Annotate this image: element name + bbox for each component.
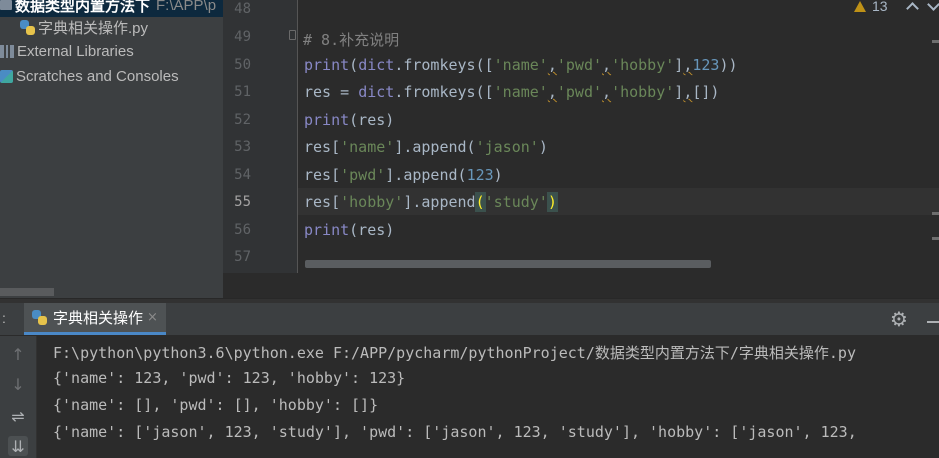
line-number: 50	[234, 57, 251, 73]
close-icon[interactable]: ×	[147, 310, 158, 325]
code-comment: # 8.补充说明	[303, 31, 400, 49]
line-number-active: 55	[234, 194, 251, 210]
gutter-separator	[297, 0, 298, 273]
matched-bracket: (	[474, 192, 486, 212]
inspection-widget[interactable]: 13	[854, 0, 939, 15]
python-file-icon	[20, 19, 35, 35]
editor-horizontal-scrollbar[interactable]	[305, 260, 711, 268]
external-libraries-label: External Libraries	[17, 42, 134, 60]
warning-icon	[854, 0, 866, 12]
code-line-56: print(res)	[304, 221, 395, 239]
up-arrow-icon[interactable]: ↑	[8, 344, 28, 364]
scroll-to-end-icon[interactable]: ⇊	[8, 436, 28, 456]
tree-item-scratches[interactable]: Scratches and Consoles	[0, 64, 179, 88]
tree-item-external-libraries[interactable]: External Libraries	[0, 39, 134, 63]
run-tab-label: 字典相关操作	[53, 310, 144, 327]
chevron-down-icon[interactable]	[926, 0, 939, 11]
builtin-print: print	[304, 56, 350, 74]
scratches-icon	[0, 69, 13, 83]
line-number: 56	[234, 222, 251, 238]
code-line-53: res['name'].append('jason')	[304, 138, 548, 156]
line-number: 52	[234, 112, 251, 128]
tool-window-prefix: :	[2, 310, 6, 326]
console-output[interactable]: F:\python\python3.6\python.exe F:/APP/py…	[37, 336, 939, 458]
code-line-55: res['hobby'].append('study')	[304, 192, 558, 212]
console-output-line: {'name': [], 'pwd': [], 'hobby': []}	[53, 396, 379, 414]
python-icon	[32, 310, 47, 325]
soft-wrap-icon[interactable]: ⇌	[8, 406, 28, 426]
code-line-52: print(res)	[304, 111, 395, 129]
file-name: 字典相关操作.py	[38, 19, 149, 37]
project-sidebar: 数据类型内置方法下 F:\APP\p 字典相关操作.py External Li…	[0, 0, 223, 298]
line-number: 48	[234, 1, 251, 17]
folder-icon	[0, 0, 12, 10]
down-arrow-icon[interactable]: ↓	[8, 374, 28, 394]
libraries-icon	[0, 44, 14, 58]
console-output-line: {'name': ['jason', 123, 'study'], 'pwd':…	[53, 423, 857, 441]
line-number: 57	[234, 249, 251, 265]
error-stripe-mark[interactable]	[932, 212, 939, 215]
scratches-label: Scratches and Consoles	[16, 67, 179, 85]
folder-path: F:\APP\p	[156, 0, 217, 14]
line-number: 54	[234, 167, 251, 183]
line-number: 53	[234, 139, 251, 155]
run-toolbar: ↑ ↓ ⇌ ⇊	[0, 336, 37, 458]
sidebar-horizontal-scrollbar[interactable]	[0, 288, 54, 296]
error-stripe-mark[interactable]	[932, 40, 939, 43]
console-command-line: F:\python\python3.6\python.exe F:/APP/py…	[53, 344, 856, 362]
tree-item-file[interactable]: 字典相关操作.py	[20, 15, 148, 39]
line-number: 49	[234, 29, 251, 45]
matched-bracket: )	[546, 192, 558, 212]
chevron-up-icon[interactable]	[905, 2, 919, 15]
code-line-51: res = dict.fromkeys(['name','pwd','hobby…	[304, 83, 720, 101]
run-tool-window-header: : 字典相关操作 × ⚙	[0, 303, 939, 336]
console-output-line: {'name': 123, 'pwd': 123, 'hobby': 123}	[53, 369, 406, 387]
warning-count: 13	[872, 0, 888, 14]
code-line-50: print(dict.fromkeys(['name','pwd','hobby…	[304, 56, 738, 74]
tab-run-config[interactable]: 字典相关操作 ×	[24, 303, 166, 335]
gear-icon[interactable]: ⚙	[890, 308, 908, 330]
fold-marker-icon[interactable]	[289, 30, 296, 40]
minimize-icon[interactable]	[927, 321, 939, 323]
code-line-54: res['pwd'].append(123)	[304, 166, 503, 184]
folder-name: 数据类型内置方法下	[15, 0, 151, 15]
error-stripe-mark[interactable]	[932, 237, 939, 240]
line-number: 51	[234, 84, 251, 100]
